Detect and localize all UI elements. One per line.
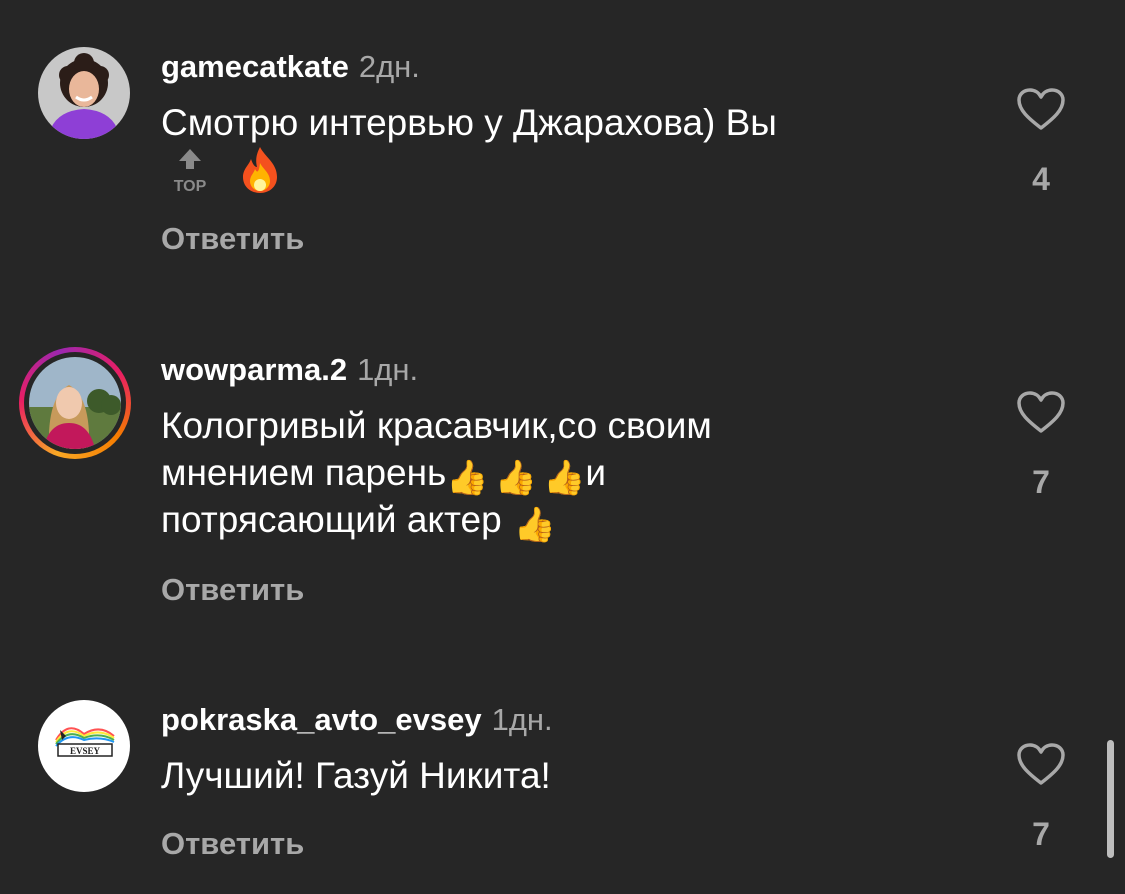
avatar[interactable] — [38, 47, 130, 139]
comment-text-line: Смотрю интервью у Джарахова) Вы — [161, 102, 777, 143]
comment-text: Лучший! Газуй Никита! — [161, 752, 921, 799]
comment-text-segment: мнением парень — [161, 452, 447, 493]
comment-text: Кологривый красавчик,со своим мнением па… — [161, 402, 921, 543]
timestamp: 1дн. — [491, 702, 553, 737]
comment-text-line: Кологривый красавчик,со своим — [161, 405, 712, 446]
timestamp: 2дн. — [358, 49, 420, 84]
like-area: 7 — [1012, 742, 1070, 852]
avatar-image — [38, 47, 130, 139]
reply-button[interactable]: Ответить — [161, 221, 304, 257]
comment-text-line: Лучший! Газуй Никита! — [161, 755, 551, 796]
story-ring[interactable] — [19, 347, 131, 459]
scrollbar[interactable] — [1107, 740, 1114, 858]
comment-header: pokraska_avto_evsey 1дн. — [161, 700, 553, 740]
heart-icon[interactable] — [1016, 87, 1066, 131]
comment-text-segment: и — [585, 452, 607, 493]
username[interactable]: pokraska_avto_evsey — [161, 702, 482, 737]
reply-button[interactable]: Ответить — [161, 826, 304, 862]
thumbs-up-emoji: 👍 — [446, 459, 489, 497]
like-area: 4 — [1012, 87, 1070, 197]
comment-text-line: потрясающий актер 👍 — [161, 496, 921, 543]
reply-button[interactable]: Ответить — [161, 572, 304, 608]
avatar-image — [29, 357, 121, 449]
like-count: 7 — [1032, 816, 1050, 852]
timestamp: 1дн. — [357, 352, 419, 387]
top-arrow-emoji: TOP — [165, 147, 215, 200]
comment-header: wowparma.2 1дн. — [161, 350, 418, 390]
comment-text-line: мнением парень👍 👍 👍и — [161, 449, 921, 496]
comment-header: gamecatkate 2дн. — [161, 47, 420, 87]
username[interactable]: gamecatkate — [161, 49, 349, 84]
avatar-logo-text: EVSEY — [70, 746, 101, 756]
thumbs-up-emoji: 👍 — [494, 459, 538, 497]
username[interactable]: wowparma.2 — [161, 352, 347, 387]
thumbs-up-emoji: 👍 — [543, 459, 586, 497]
heart-icon[interactable] — [1016, 742, 1066, 786]
svg-text:TOP: TOP — [174, 178, 207, 195]
like-count: 4 — [1032, 161, 1050, 197]
comment-text-segment: потрясающий актер — [161, 499, 502, 540]
like-area: 7 — [1012, 390, 1070, 500]
fire-emoji — [237, 145, 283, 200]
comment-text: Смотрю интервью у Джарахова) Вы — [161, 99, 921, 146]
heart-icon[interactable] — [1016, 390, 1066, 434]
thumbs-up-emoji: 👍 — [513, 506, 557, 544]
avatar[interactable] — [29, 357, 121, 449]
like-count: 7 — [1032, 464, 1050, 500]
avatar-image: EVSEY — [38, 700, 130, 792]
avatar[interactable]: EVSEY — [38, 700, 130, 792]
